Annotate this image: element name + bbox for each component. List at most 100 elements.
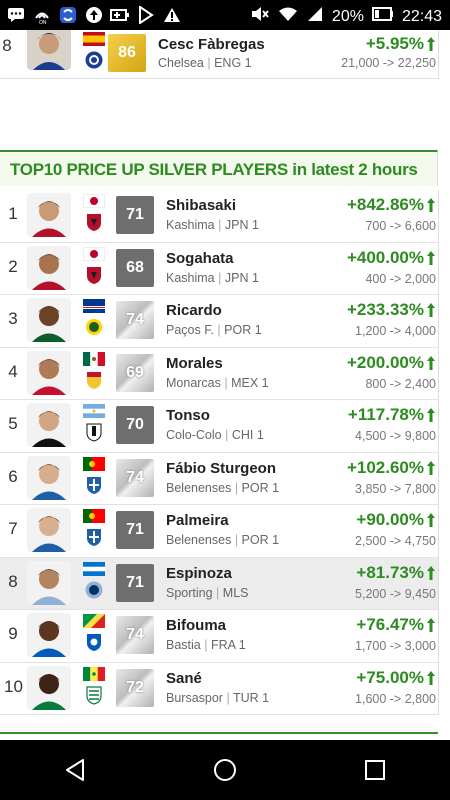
back-icon — [66, 759, 84, 781]
upload-icon — [84, 5, 104, 25]
price-range: 21,000 -> 22,250 — [341, 56, 436, 70]
nation-club — [82, 32, 106, 76]
nation-club — [82, 614, 106, 658]
recents-icon — [365, 760, 385, 780]
player-rating: 71 — [116, 196, 154, 234]
home-icon — [214, 759, 236, 781]
player-list[interactable]: 1 71 Shibasaki Kashima | JPN 1 +842.86% … — [0, 190, 439, 715]
player-name: Cesc Fàbregas — [158, 36, 265, 53]
rank-number: 6 — [8, 466, 18, 486]
nation-club — [82, 561, 106, 606]
section-divider — [0, 732, 438, 734]
table-row[interactable]: 2 68 Sogahata Kashima | JPN 1 +400.00% 4… — [0, 243, 438, 295]
up-arrow-icon — [427, 198, 435, 212]
player-photo — [27, 298, 71, 342]
up-arrow-icon — [427, 37, 435, 51]
table-row[interactable]: 10 72 Sané Bursaspor | TUR 1 +75.00% 1,6… — [0, 663, 438, 715]
table-row[interactable]: 5 70 Tonso Colo-Colo | CHI 1 +117.78% 4,… — [0, 400, 438, 453]
nation-club — [82, 456, 106, 501]
honduras-flag-icon — [83, 561, 105, 576]
player-club-league: Kashima | JPN 1 — [166, 218, 259, 232]
sync-icon — [58, 5, 78, 25]
player-name: Sogahata — [166, 249, 234, 267]
price-range: 3,850 -> 7,800 — [355, 481, 436, 496]
table-row[interactable]: 7 71 Palmeira Belenenses | POR 1 +90.00%… — [0, 505, 438, 558]
player-photo — [27, 245, 71, 290]
table-row[interactable]: 8 71 Espinoza Sporting | MLS +81.73% 5,2… — [0, 557, 438, 610]
up-arrow-icon — [427, 618, 435, 632]
player-photo — [27, 665, 71, 710]
price-change: +90.00% — [356, 510, 436, 530]
back-button[interactable] — [55, 750, 95, 790]
up-arrow-icon — [427, 408, 435, 422]
portugal-flag-icon — [83, 456, 105, 471]
price-range: 4,500 -> 9,800 — [355, 429, 436, 443]
nation-club — [82, 299, 106, 343]
rank-number: 5 — [8, 414, 18, 433]
player-rating: 69 — [116, 353, 154, 392]
price-change: +233.33% — [347, 300, 436, 320]
up-arrow-icon — [427, 303, 435, 317]
battery-charging-icon — [110, 5, 130, 25]
player-photo — [27, 193, 71, 237]
price-change: +76.47% — [356, 615, 436, 635]
price-range: 1,600 -> 2,800 — [355, 691, 436, 706]
home-button[interactable] — [205, 750, 245, 790]
section-title: TOP10 PRICE UP SILVER PLAYERS in latest … — [0, 150, 438, 186]
rank-number: 2 — [8, 256, 18, 276]
club-crest-icon — [85, 580, 103, 600]
price-range: 1,200 -> 4,000 — [355, 324, 436, 338]
argentina-flag-icon — [83, 404, 105, 418]
player-name: Morales — [166, 354, 223, 372]
price-range: 800 -> 2,400 — [365, 376, 436, 391]
notification-icons: ON — [6, 5, 182, 25]
player-photo — [27, 350, 71, 395]
player-name: Palmeira — [166, 512, 229, 529]
main-content[interactable]: 8 86 Cesc Fàbregas Chelsea | ENG 1 +5.95… — [0, 30, 450, 740]
play-icon — [136, 5, 156, 25]
player-rating: 71 — [116, 563, 154, 602]
player-name: Tonso — [166, 407, 210, 424]
battery-icon — [371, 7, 394, 26]
player-club-league: Monarcas | MEX 1 — [166, 375, 269, 390]
table-row[interactable]: 3 74 Ricardo Paços F. | POR 1 +233.33% 1… — [0, 295, 438, 348]
price-change: +842.86% — [347, 195, 436, 215]
list-item[interactable]: 8 86 Cesc Fàbregas Chelsea | ENG 1 +5.95… — [0, 30, 439, 79]
chat-icon — [6, 5, 26, 25]
navigation-bar — [0, 740, 450, 800]
player-name: Ricardo — [166, 302, 222, 319]
player-rating: 86 — [108, 34, 146, 72]
player-name: Espinoza — [166, 564, 232, 582]
nation-club — [82, 351, 106, 396]
rank-number: 3 — [8, 309, 18, 328]
player-club-league: Sporting | MLS — [166, 585, 249, 600]
player-club-league: Bursaspor | TUR 1 — [166, 690, 270, 705]
table-row[interactable]: 6 74 Fábio Sturgeon Belenenses | POR 1 +… — [0, 453, 438, 505]
table-row[interactable]: 4 69 Morales Monarcas | MEX 1 +200.00% 8… — [0, 348, 438, 400]
player-club-league: Belenenses | POR 1 — [166, 480, 280, 495]
price-change: +102.60% — [347, 458, 436, 478]
status-bar: ON 20% 22:43 — [0, 0, 450, 30]
japan-flag-icon — [83, 246, 105, 261]
up-arrow-icon — [427, 355, 435, 370]
recents-button[interactable] — [355, 750, 395, 790]
player-club-league: Belenenses | POR 1 — [166, 533, 280, 547]
player-rating: 72 — [116, 668, 154, 707]
congo-flag-icon — [83, 614, 105, 628]
mute-icon — [250, 5, 270, 28]
table-row[interactable]: 1 71 Shibasaki Kashima | JPN 1 +842.86% … — [0, 190, 438, 243]
cape-verde-flag-icon — [83, 299, 105, 313]
table-row[interactable]: 9 74 Bifouma Bastia | FRA 1 +76.47% 1,70… — [0, 610, 438, 663]
player-rating: 70 — [116, 406, 154, 444]
player-photo — [27, 508, 71, 552]
price-range: 1,700 -> 3,000 — [355, 639, 436, 653]
japan-flag-icon — [83, 194, 105, 208]
rank-number: 10 — [4, 676, 23, 696]
rank-number: 9 — [8, 624, 18, 643]
nation-club — [82, 194, 106, 238]
price-change: +5.95% — [366, 34, 436, 54]
price-change: +81.73% — [356, 563, 436, 583]
price-change: +400.00% — [347, 248, 436, 268]
club-crest-icon — [85, 685, 103, 705]
player-photo — [27, 560, 71, 605]
